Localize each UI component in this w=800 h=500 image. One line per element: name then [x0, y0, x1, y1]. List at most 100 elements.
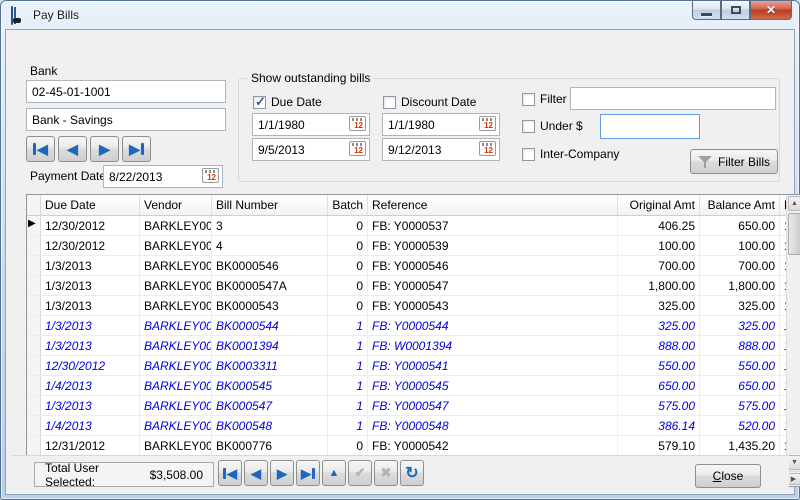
cancel-button[interactable]: [374, 460, 398, 486]
filter-bills-button[interactable]: Filter Bills: [690, 149, 778, 174]
table-cell: 0: [328, 216, 368, 235]
header-gutter: [27, 195, 41, 215]
filter-input[interactable]: [570, 87, 776, 110]
table-cell: BK0000546: [212, 256, 328, 275]
table-row[interactable]: 1/3/2013BARKLEY001BK00013941FB: W0001394…: [27, 336, 786, 356]
show-outstanding-bills-group: Show outstanding bills Due Date 1/1/1980…: [238, 78, 780, 182]
header-balance-amt[interactable]: Balance Amt: [700, 195, 780, 215]
row-selector: ▶: [27, 216, 41, 235]
bank-name-field[interactable]: Bank - Savings: [26, 108, 226, 131]
refresh-button[interactable]: [400, 460, 424, 486]
under-amount-label: Under $: [540, 119, 583, 133]
calendar-icon[interactable]: [349, 116, 366, 131]
header-original-amt[interactable]: Original Amt: [618, 195, 700, 215]
maximize-button[interactable]: [721, 1, 750, 20]
calendar-icon[interactable]: [202, 168, 219, 183]
bank-first-button[interactable]: [26, 136, 55, 162]
pay-bills-window: Pay Bills ✕ Bank 02-45-01-1001 Bank - Sa…: [0, 0, 800, 500]
x-icon: [381, 465, 392, 481]
table-cell: 700.00: [700, 256, 780, 275]
header-due-date[interactable]: Due Date: [41, 195, 140, 215]
close-window-button[interactable]: ✕: [750, 1, 792, 20]
minimize-button[interactable]: [692, 1, 721, 20]
table-row[interactable]: ▶12/30/2012BARKLEY00130FB: Y0000537406.2…: [27, 216, 786, 236]
under-amount-checkbox[interactable]: [522, 120, 535, 133]
scroll-down-icon[interactable]: [788, 455, 800, 470]
table-cell: BK000545: [212, 376, 328, 395]
filter-label: Filter: [540, 92, 567, 106]
table-row[interactable]: 1/3/2013BARKLEY001BK0000547A0FB: Y000054…: [27, 276, 786, 296]
status-bar: Total User Selected: $3,508.00 Close: [11, 455, 789, 489]
bank-previous-button[interactable]: [58, 136, 87, 162]
table-cell: BARKLEY001: [140, 396, 212, 415]
table-row[interactable]: 12/31/2012BARKLEY001BK0007760FB: Y000054…: [27, 436, 786, 456]
due-date-checkbox[interactable]: [253, 96, 266, 109]
table-cell: BK000776: [212, 436, 328, 455]
table-cell: 579.10: [618, 436, 700, 455]
accept-button[interactable]: [348, 460, 372, 486]
table-row[interactable]: 1/3/2013BARKLEY001BK00005430FB: Y0000543…: [27, 296, 786, 316]
bank-last-button[interactable]: [122, 136, 151, 162]
table-row[interactable]: 1/3/2013BARKLEY001BK00005460FB: Y0000546…: [27, 256, 786, 276]
table-cell: BARKLEY001: [140, 416, 212, 435]
row-selector: [27, 296, 41, 315]
bank-account-field[interactable]: 02-45-01-1001: [26, 80, 226, 103]
filter-checkbox[interactable]: [522, 93, 535, 106]
total-selected-value: $3,508.00: [150, 468, 203, 482]
under-amount-input[interactable]: [600, 114, 700, 139]
table-row[interactable]: 1/3/2013BARKLEY001BK00005441FB: Y0000544…: [27, 316, 786, 336]
inter-company-checkbox[interactable]: [522, 148, 535, 161]
table-row[interactable]: 1/4/2013BARKLEY001BK0005451FB: Y00005456…: [27, 376, 786, 396]
scroll-up-icon[interactable]: [788, 196, 800, 211]
table-cell: 550.00: [618, 356, 700, 375]
calendar-icon[interactable]: [479, 141, 496, 156]
discount-date-checkbox[interactable]: [383, 96, 396, 109]
grid-previous-button[interactable]: [244, 460, 268, 486]
row-selector: [27, 416, 41, 435]
row-selector: [27, 376, 41, 395]
titlebar[interactable]: Pay Bills: [1, 1, 799, 29]
move-up-button[interactable]: [322, 460, 346, 486]
discount-date-from-field[interactable]: 1/1/1980: [382, 113, 500, 136]
grid-body: ▶12/30/2012BARKLEY00130FB: Y0000537406.2…: [27, 216, 786, 471]
calendar-icon[interactable]: [349, 141, 366, 156]
bank-next-button[interactable]: [90, 136, 119, 162]
table-cell: 1/3/2013: [41, 316, 140, 335]
close-button[interactable]: Close: [695, 464, 761, 488]
grid-last-button[interactable]: [296, 460, 320, 486]
table-cell: 0: [328, 236, 368, 255]
header-bill-number[interactable]: Bill Number: [212, 195, 328, 215]
table-cell: 1,800.00: [700, 276, 780, 295]
next-record-icon: [277, 467, 287, 480]
header-reference[interactable]: Reference: [368, 195, 618, 215]
header-vendor[interactable]: Vendor: [140, 195, 212, 215]
grid-first-button[interactable]: [218, 460, 242, 486]
grid-next-button[interactable]: [270, 460, 294, 486]
table-row[interactable]: 1/4/2013BARKLEY001BK0005481FB: Y00005483…: [27, 416, 786, 436]
table-cell: FB: Y0000547: [368, 276, 618, 295]
table-cell: 325.00: [700, 316, 780, 335]
header-batch[interactable]: Batch: [328, 195, 368, 215]
table-cell: 1: [328, 376, 368, 395]
table-row[interactable]: 12/30/2012BARKLEY00140FB: Y0000539100.00…: [27, 236, 786, 256]
table-cell: 520.00: [700, 416, 780, 435]
discount-date-to-field[interactable]: 9/12/2013: [382, 138, 500, 161]
calendar-icon[interactable]: [479, 116, 496, 131]
table-cell: BARKLEY001: [140, 296, 212, 315]
payment-date-field[interactable]: 8/22/2013: [103, 165, 223, 188]
table-cell: 386.14: [618, 416, 700, 435]
previous-record-icon: [67, 142, 78, 156]
table-cell: BARKLEY001: [140, 356, 212, 375]
grid-header: Due Date Vendor Bill Number Batch Refere…: [27, 195, 800, 216]
due-date-to-field[interactable]: 9/5/2013: [252, 138, 370, 161]
table-row[interactable]: 12/30/2012BARKLEY001BK00033111FB: Y00005…: [27, 356, 786, 376]
vertical-scroll-thumb[interactable]: [788, 213, 800, 255]
window-title: Pay Bills: [33, 8, 79, 22]
table-cell: 3: [212, 216, 328, 235]
table-cell: BK0001394: [212, 336, 328, 355]
table-cell: 406.25: [618, 216, 700, 235]
group-title: Show outstanding bills: [247, 71, 374, 85]
table-row[interactable]: 1/3/2013BARKLEY001BK0005471FB: Y00005475…: [27, 396, 786, 416]
due-date-from-field[interactable]: 1/1/1980: [252, 113, 370, 136]
vertical-scrollbar[interactable]: [786, 195, 800, 471]
